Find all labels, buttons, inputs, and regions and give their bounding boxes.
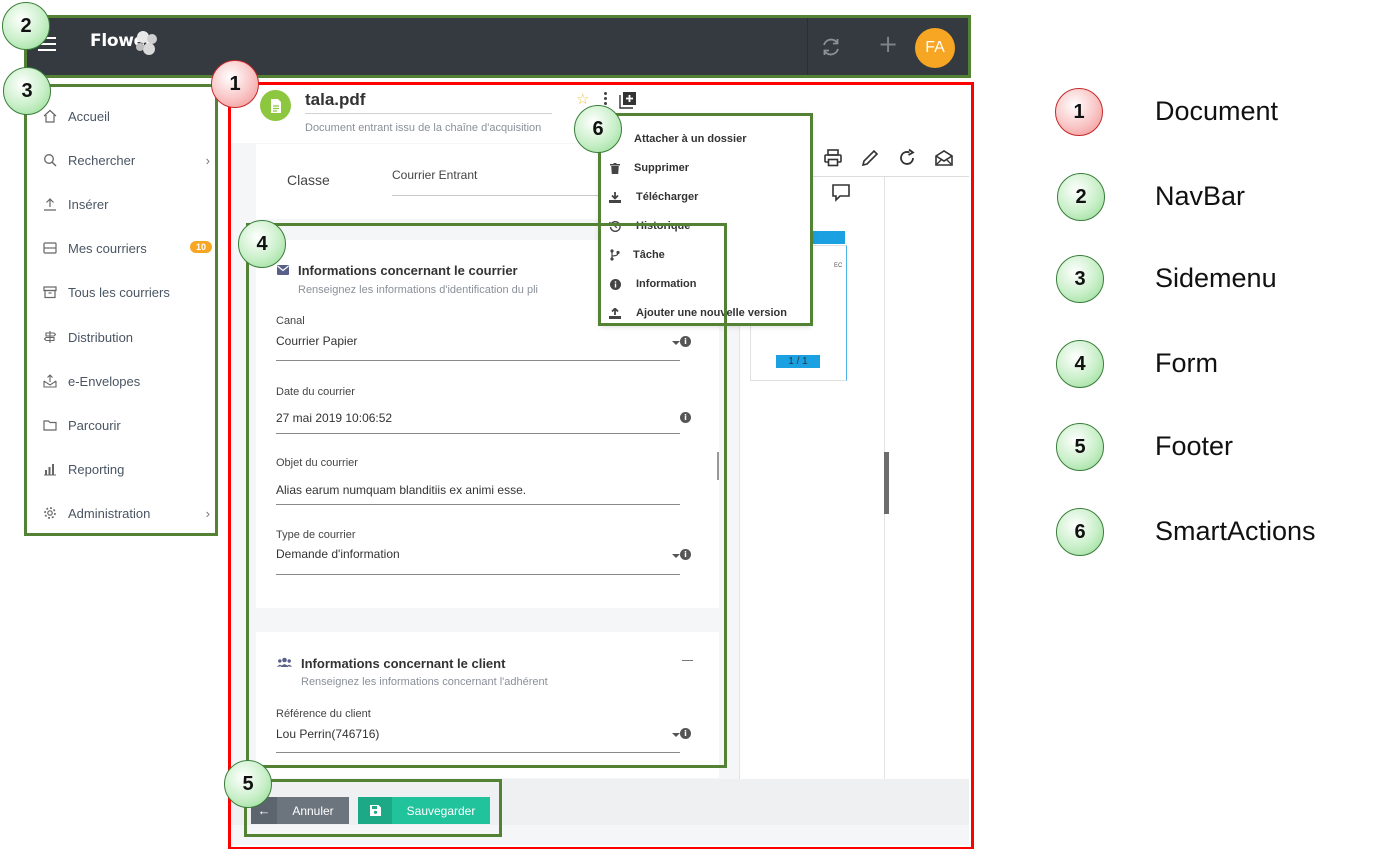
sidemenu-highlight-frame [24,84,218,536]
legend-marker-2: 2 [1057,173,1105,221]
legend-label-smartactions: SmartActions [1155,516,1316,546]
legend-label-document: Document [1155,96,1279,126]
annotation-marker-4: 4 [238,220,286,268]
annotation-marker-3: 3 [3,67,51,115]
footer-highlight-frame [244,779,502,837]
navbar-highlight-frame [24,15,971,78]
legend-marker-4: 4 [1056,340,1104,388]
annotation-marker-2: 2 [2,2,50,50]
annotation-marker-1: 1 [211,60,259,108]
legend-label-navbar: NavBar [1155,181,1246,211]
legend-marker-3: 3 [1056,255,1104,303]
annotation-marker-5: 5 [224,760,272,808]
legend-label-footer: Footer [1155,431,1234,461]
legend-marker-6: 6 [1056,508,1104,556]
smartactions-highlight-frame [598,113,813,326]
annotation-marker-6: 6 [574,105,622,153]
legend-label-sidemenu: Sidemenu [1155,263,1277,293]
legend-marker-5: 5 [1056,423,1104,471]
legend-label-form: Form [1155,348,1218,378]
legend-marker-1: 1 [1055,88,1103,136]
